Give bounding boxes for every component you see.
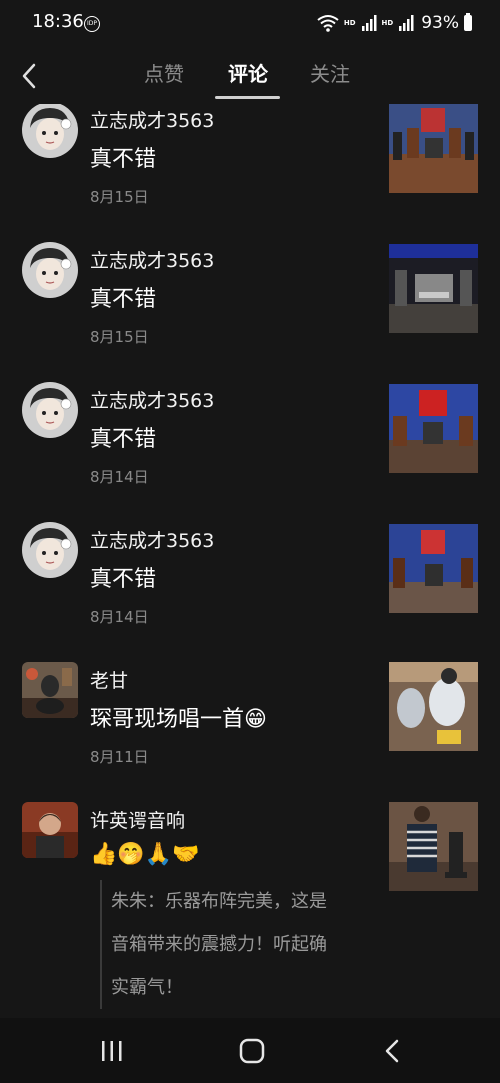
system-nav-bar bbox=[0, 1018, 500, 1083]
username[interactable]: 立志成才3563 bbox=[90, 386, 214, 413]
nav-back-icon bbox=[385, 1039, 399, 1063]
post-thumbnail[interactable] bbox=[389, 662, 478, 751]
status-time: 18:36 bbox=[32, 11, 84, 32]
id-badge-icon: IDP bbox=[84, 16, 100, 32]
tab-likes[interactable]: 点赞 bbox=[134, 58, 194, 87]
hd-label-1: HD bbox=[343, 19, 356, 27]
signal-icon-2 bbox=[399, 15, 414, 31]
comment-date: 8月14日 bbox=[90, 468, 149, 486]
comment-text: 真不错 bbox=[90, 567, 157, 592]
post-thumbnail[interactable] bbox=[389, 104, 478, 193]
header: 点赞 评论 关注 bbox=[0, 48, 500, 104]
avatar[interactable] bbox=[22, 242, 78, 298]
comment-text: 琛哥现场唱一首😁 bbox=[90, 707, 267, 732]
recent-apps-button[interactable] bbox=[92, 1033, 132, 1069]
comment-text: 👍🤭🙏🤝 bbox=[90, 842, 200, 867]
avatar[interactable] bbox=[22, 382, 78, 438]
tab-comments[interactable]: 评论 bbox=[218, 58, 278, 87]
tab-follows[interactable]: 关注 bbox=[300, 58, 360, 87]
comment-text: 真不错 bbox=[90, 147, 157, 172]
post-thumbnail[interactable] bbox=[389, 244, 478, 333]
comment-date: 8月15日 bbox=[90, 328, 149, 346]
post-thumbnail[interactable] bbox=[389, 802, 478, 891]
nav-back-button[interactable] bbox=[372, 1033, 412, 1069]
avatar[interactable] bbox=[22, 104, 78, 158]
status-bar: 18:36 IDP HD HD 93% bbox=[0, 0, 500, 48]
post-thumbnail[interactable] bbox=[389, 384, 478, 473]
comment-date: 8月14日 bbox=[90, 608, 149, 626]
battery-percent: 93% bbox=[421, 13, 459, 33]
username[interactable]: 许英谔音响 bbox=[90, 806, 185, 833]
reply-line: 音箱带来的震撼力！听起确 bbox=[111, 934, 327, 955]
avatar[interactable] bbox=[22, 802, 78, 858]
reply-line: 朱朱：乐器布阵完美，这是 bbox=[111, 891, 327, 912]
active-tab-indicator bbox=[215, 96, 280, 99]
hd-label-2: HD bbox=[381, 19, 394, 27]
comment-list[interactable]: 立志成才3563 真不错 8月15日 立志成才3563 真不错 8月15日 立志… bbox=[0, 104, 500, 1018]
comment-date: 8月15日 bbox=[90, 188, 149, 206]
screen: 18:36 IDP HD HD 93% 点赞 评论 关注 立志成才3563 真不… bbox=[0, 0, 500, 1083]
post-thumbnail[interactable] bbox=[389, 524, 478, 613]
wifi-icon bbox=[317, 15, 339, 32]
reply-quote: 朱朱：乐器布阵完美，这是 音箱带来的震撼力！听起确 实霸气！ bbox=[100, 880, 370, 1009]
home-icon bbox=[239, 1038, 265, 1064]
recent-apps-icon bbox=[102, 1041, 122, 1061]
tab-bar: 点赞 评论 关注 bbox=[0, 48, 500, 104]
username[interactable]: 立志成才3563 bbox=[90, 106, 214, 133]
reply-line: 实霸气！ bbox=[111, 977, 183, 998]
comment-date: 8月11日 bbox=[90, 748, 149, 766]
battery-icon bbox=[464, 13, 472, 31]
username[interactable]: 立志成才3563 bbox=[90, 526, 214, 553]
home-button[interactable] bbox=[232, 1033, 272, 1069]
avatar[interactable] bbox=[22, 522, 78, 578]
status-indicators: HD HD 93% bbox=[317, 12, 472, 34]
comment-text: 真不错 bbox=[90, 287, 157, 312]
username[interactable]: 老甘 bbox=[90, 666, 128, 693]
comment-text: 真不错 bbox=[90, 427, 157, 452]
signal-icon bbox=[361, 15, 377, 31]
avatar[interactable] bbox=[22, 662, 78, 718]
username[interactable]: 立志成才3563 bbox=[90, 246, 214, 273]
